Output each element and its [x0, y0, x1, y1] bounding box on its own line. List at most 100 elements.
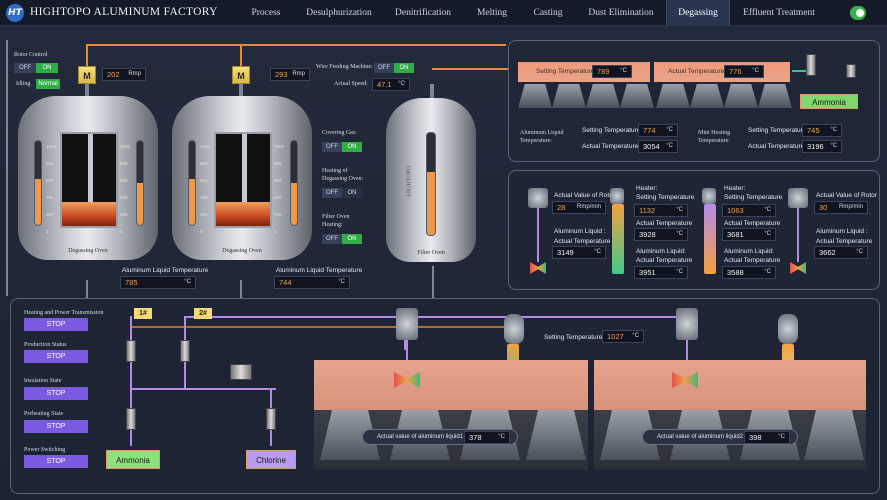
al-setting-value: 774 °C: [638, 124, 678, 137]
oven2-window: [214, 132, 272, 228]
al1-value: 3149 °C: [552, 246, 606, 259]
orange-pipe-wire: [432, 68, 508, 70]
stop-button-preheating[interactable]: STOP: [24, 420, 88, 433]
oven2-speed-unit: Rmp: [292, 71, 305, 77]
control-label-0: Heating and Power Transmission: [24, 310, 104, 316]
rotor1-value: 28 Rmp/min: [552, 201, 606, 214]
rotor1-unit: Rmp/min: [576, 204, 601, 210]
setting-temp-value: 789 °C: [592, 65, 632, 78]
al-actual-value: 3054 °C: [638, 140, 678, 153]
rotor-2-icon: [788, 188, 808, 208]
stop-button-production[interactable]: STOP: [24, 350, 88, 363]
filter-heating-on-switch[interactable]: ON: [342, 234, 362, 244]
actual-temp-unit: °C: [752, 68, 759, 74]
filter-oven: HIGHTOPO Filter Oven: [386, 98, 476, 262]
al-temp-label-1: Aluminum Liquid: [520, 130, 564, 136]
mini-actual-unit: °C: [830, 143, 837, 149]
stop-button-insulation[interactable]: STOP: [24, 387, 88, 400]
stop-button-heating[interactable]: STOP: [24, 318, 88, 331]
tab-effluent-treatment[interactable]: Effluent Treatment: [736, 0, 822, 26]
tab-melting[interactable]: Melting: [468, 0, 516, 26]
al3-title: Aluminum Liquid:: [724, 248, 774, 255]
tab-degassing[interactable]: Degassing: [666, 0, 730, 26]
oven2-gauge-left: [188, 140, 196, 226]
al2-text: 3951: [639, 268, 656, 277]
covering-gas-off-switch[interactable]: OFF: [322, 142, 342, 152]
oven1-scale: 1000 800 600 400 200 0: [46, 138, 56, 240]
oven1-scale-tick: 800: [46, 161, 54, 166]
al2-title: Aluminum Liquid:: [636, 248, 686, 255]
al2-value: 3951 °C: [634, 266, 688, 279]
valve-1-icon[interactable]: [126, 340, 136, 362]
heater1-actual-label: Actual Temperature: [636, 220, 693, 227]
wire-feeding-off-switch[interactable]: OFF: [374, 63, 394, 73]
oven1-molten-aluminum: [62, 202, 116, 226]
tab-denitrification[interactable]: Denitrification: [384, 0, 462, 26]
tab-casting[interactable]: Casting: [524, 0, 572, 26]
mini-actual-value: 3196 °C: [802, 140, 842, 153]
valve-3-icon[interactable]: [230, 364, 252, 380]
al1-text: 3149: [557, 248, 574, 257]
heating-degassing-off-switch[interactable]: OFF: [322, 188, 342, 198]
oven2-scale-tick: 1000: [274, 144, 285, 149]
stop-button-power[interactable]: STOP: [24, 455, 88, 468]
heater-3-icon: [504, 314, 524, 344]
heater-2-icon: [702, 188, 716, 204]
mini-actual-text: 3196: [807, 142, 824, 151]
rotor-1-shaft: [537, 208, 539, 262]
theme-toggle-icon[interactable]: [850, 6, 866, 20]
dashboard: HT HIGHTOPO ALUMINUM FACTORY Process Des…: [0, 0, 887, 500]
valve-4-icon[interactable]: [126, 408, 136, 430]
oven2-scale-tick: 600: [274, 178, 282, 183]
oven2-scale: 1000 800 600 400 200 0: [200, 138, 210, 240]
furnace-2: [594, 360, 866, 410]
actual-temp-text: 776: [729, 67, 742, 76]
setting-label: Setting Temperature :: [544, 334, 607, 341]
actual-speed-label: Actual Speed:: [334, 81, 368, 87]
line-1-tag: 1#: [134, 308, 152, 319]
normal-mode-switch[interactable]: Normal: [36, 79, 60, 89]
ammonia-valve-1[interactable]: [806, 54, 816, 76]
mini-setting-label: Setting Temperature: [748, 127, 807, 134]
tab-desulphurization[interactable]: Desulphurization: [298, 0, 380, 26]
covering-gas-on-switch[interactable]: ON: [342, 142, 362, 152]
oven2-scale-tick: 1000: [200, 144, 211, 149]
oven1-window: [60, 132, 118, 228]
oven1-scale-tick: 200: [46, 212, 54, 217]
ammonia-valve-2[interactable]: [846, 64, 856, 78]
oven2-gauge-left-fill: [189, 178, 195, 225]
oven1-scale-tick: 800: [120, 161, 128, 166]
oven2-speed-text: 293: [275, 70, 288, 79]
oven1-scale-tick: 0: [120, 229, 123, 234]
oven1-gauge-right-fill: [137, 183, 143, 225]
tab-dust-elimination[interactable]: Dust Elimination: [578, 0, 664, 26]
al1-unit: °C: [594, 249, 601, 255]
liquid2-text: 398: [749, 433, 762, 442]
oven2-gauge-right: [290, 140, 298, 226]
filter-gauge: [426, 132, 436, 236]
rotor-3-icon: [396, 308, 418, 340]
tab-process[interactable]: Process: [238, 0, 294, 26]
filter-heating-off-switch[interactable]: OFF: [322, 234, 342, 244]
heating-degassing-on-switch[interactable]: ON: [342, 188, 362, 198]
heater1-actual-text: 3928: [639, 230, 656, 239]
heating-degassing-label-2: Degassing Oven:: [322, 176, 364, 182]
heater1-setting-label: Setting Temperature: [636, 194, 695, 201]
liquid2-value: 398 °C: [744, 431, 790, 444]
wire-feeding-on-switch[interactable]: ON: [394, 63, 414, 73]
rotor-on-switch[interactable]: ON: [36, 63, 58, 73]
rotor-control-label: Rotor Control: [14, 52, 48, 58]
rotor2-label: Actual Value of Rotor: [816, 192, 877, 199]
valve-2-icon[interactable]: [180, 340, 190, 362]
control-label-4: Power Switching: [24, 447, 66, 453]
oven2-scale-tick: 400: [274, 195, 282, 200]
oven1-temp-text: 785: [125, 278, 138, 287]
control-label-3: Preheating State: [24, 411, 64, 417]
actual-speed-value: 47.1 °C: [372, 78, 410, 91]
oven2-scale-tick: 400: [200, 195, 208, 200]
mini-setting-value: 745 °C: [802, 124, 842, 137]
valve-5-icon[interactable]: [266, 408, 276, 430]
heater2-actual-value: 3681 °C: [722, 228, 776, 241]
rotor-off-switch[interactable]: OFF: [14, 63, 36, 73]
oven1-name: Degassing Oven: [68, 248, 108, 254]
